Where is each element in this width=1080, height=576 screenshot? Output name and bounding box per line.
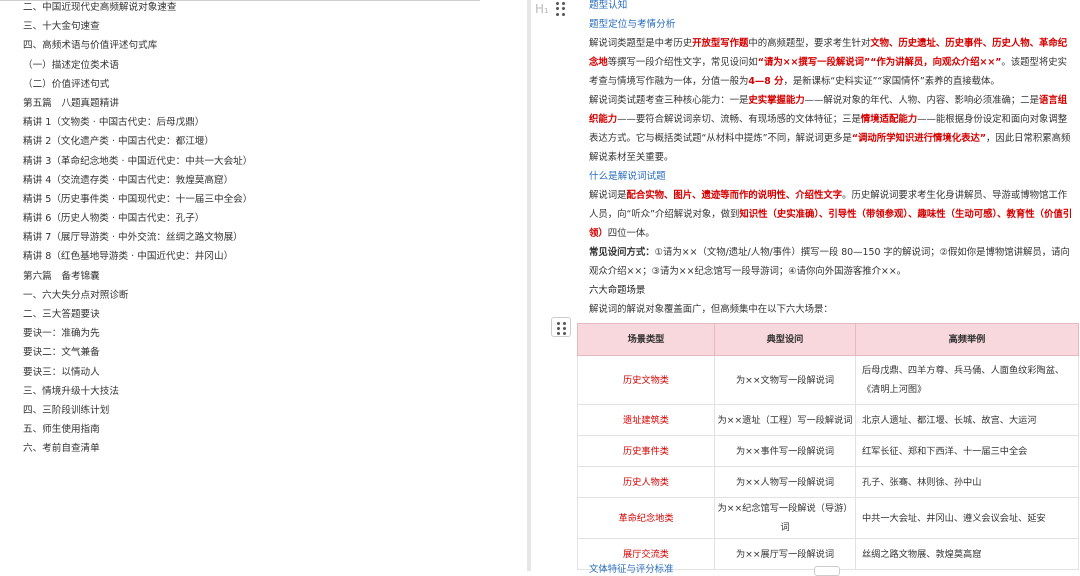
paragraph-positioning: 解说词类题型是中考历史开放型写作题中的高频题型，要求考生针对文物、历史遗址、历史… bbox=[589, 38, 1068, 87]
cell-scene-type: 遗址建筑类 bbox=[577, 404, 715, 436]
cell-question: 为××遗址（工程）写一段解说词 bbox=[714, 404, 856, 436]
outline-item[interactable]: 第五篇 八题真题精讲 bbox=[23, 94, 252, 113]
paragraph-definition: 解说词是配合实物、图片、遗迹等而作的说明性、介绍性文字。历史解说词要求考生化身讲… bbox=[589, 190, 1073, 239]
floating-toolbar-button[interactable] bbox=[814, 566, 840, 576]
outline-item[interactable]: （二）价值评述句式 bbox=[23, 75, 252, 94]
cell-question: 为××展厅写一段解说词 bbox=[714, 538, 856, 570]
outline-item[interactable]: 精讲 3（革命纪念地类 · 中国近代史：中共一大会址） bbox=[23, 152, 252, 171]
document-body[interactable]: 题型认知 题型定位与考情分析 解说词类题型是中考历史开放型写作题中的高频题型，要… bbox=[577, 0, 1079, 570]
cell-question: 为××纪念馆写一段解说（导游）词 bbox=[714, 497, 856, 539]
heading-six-scenes: 六大命题场景 bbox=[589, 285, 646, 296]
outline-item[interactable]: 精讲 8（红色基地导游类 · 中国近代史：井冈山） bbox=[23, 247, 252, 266]
scene-table: 场景类型 典型设问 高频举例 历史文物类 为××文物写一段解说词 后母戊鼎、四羊… bbox=[577, 323, 1079, 570]
outline-item[interactable]: （一）描述定位类术语 bbox=[23, 56, 252, 75]
heading-positioning: 题型定位与考情分析 bbox=[589, 19, 676, 30]
outline-pane: 二、中国近现代史高频解说对象速查 三、十大金句速查 四、高频术语与价值评述句式库 （一… bbox=[0, 0, 527, 571]
document-pane: H₁ 题型认知 题型定位与考情分析 解说词类题型是中考历史开放型写作题中的高频题… bbox=[531, 0, 1080, 576]
heading-style-scoring: 文体特征与评分标准 bbox=[589, 564, 674, 575]
cell-examples: 北京人遗址、都江堰、长城、故宫、大运河 bbox=[855, 404, 1079, 436]
outline-item[interactable]: 精讲 7（展厅导游类 · 中外交流：丝绸之路文物展） bbox=[23, 228, 252, 247]
cell-question: 为××文物写一段解说词 bbox=[714, 355, 856, 405]
table-row: 历史事件类 为××事件写一段解说词 红军长征、郑和下西洋、十一届三中全会 bbox=[577, 435, 1079, 467]
outline-item[interactable]: 要诀三：以情动人 bbox=[23, 363, 252, 382]
cell-examples: 红军长征、郑和下西洋、十一届三中全会 bbox=[855, 435, 1079, 467]
outline-item[interactable]: 四、三阶段训练计划 bbox=[23, 401, 252, 420]
outline-item[interactable]: 精讲 5（历史事件类 · 中国现代史：十一届三中全会） bbox=[23, 190, 252, 209]
cell-examples: 丝绸之路文物展、敦煌莫高窟 bbox=[855, 538, 1079, 570]
table-row: 遗址建筑类 为××遗址（工程）写一段解说词 北京人遗址、都江堰、长城、故宫、大运… bbox=[577, 404, 1079, 436]
heading-what-is: 什么是解说词试题 bbox=[589, 171, 666, 182]
paragraph-scenes-intro: 解说词的解说对象覆盖面广，但高频集中在以下六大场景： bbox=[589, 304, 833, 315]
outline-item[interactable]: 精讲 1（文物类 · 中国古代史：后母戊鼎） bbox=[23, 113, 252, 132]
header-scene-type: 场景类型 bbox=[577, 323, 715, 356]
drag-handle-icon[interactable] bbox=[556, 2, 566, 16]
cell-scene-type: 历史人物类 bbox=[577, 466, 715, 498]
cell-scene-type: 历史事件类 bbox=[577, 435, 715, 467]
outline-item[interactable]: 五、师生使用指南 bbox=[23, 420, 252, 439]
heading-type-intro: 题型认知 bbox=[589, 0, 628, 11]
table-header-row: 场景类型 典型设问 高频举例 bbox=[577, 323, 1079, 356]
table-row: 历史文物类 为××文物写一段解说词 后母戊鼎、四羊方尊、兵马俑、人面鱼纹彩陶盆、… bbox=[577, 355, 1079, 405]
cell-scene-type: 革命纪念地类 bbox=[577, 497, 715, 539]
outline-item[interactable]: 三、十大金句速查 bbox=[23, 17, 252, 36]
outline-item[interactable]: 二、中国近现代史高频解说对象速查 bbox=[23, 0, 252, 17]
outline-item[interactable]: 二、三大答题要诀 bbox=[23, 305, 252, 324]
paragraph-abilities: 解说词类试题考查三种核心能力：一是史实掌握能力——解说对象的年代、人物、内容、影… bbox=[589, 95, 1071, 163]
outline-item[interactable]: 三、情境升级十大技法 bbox=[23, 382, 252, 401]
outline-item[interactable]: 六、考前自查清单 bbox=[23, 439, 252, 458]
paragraph-question-forms: 常见设问方式：①请为××（文物/遗址/人物/事件）撰写一段 80—150 字的解… bbox=[589, 247, 1070, 277]
cell-examples: 中共一大会址、井冈山、遵义会议会址、延安 bbox=[855, 497, 1079, 539]
block-drag-handle-icon[interactable] bbox=[551, 317, 571, 337]
cell-scene-type: 历史文物类 bbox=[577, 355, 715, 405]
header-examples: 高频举例 bbox=[855, 323, 1079, 356]
outline-item[interactable]: 要诀一：准确为先 bbox=[23, 324, 252, 343]
outline-item[interactable]: 精讲 4（交流遗存类 · 中国古代史：敦煌莫高窟） bbox=[23, 171, 252, 190]
outline-item[interactable]: 第六篇 备考锦囊 bbox=[23, 267, 252, 286]
outline-item[interactable]: 四、高频术语与价值评述句式库 bbox=[23, 36, 252, 55]
cell-question: 为××事件写一段解说词 bbox=[714, 435, 856, 467]
cell-question: 为××人物写一段解说词 bbox=[714, 466, 856, 498]
outline-item[interactable]: 精讲 6（历史人物类 · 中国古代史：孔子） bbox=[23, 209, 252, 228]
header-typical-question: 典型设问 bbox=[714, 323, 856, 356]
table-row: 革命纪念地类 为××纪念馆写一段解说（导游）词 中共一大会址、井冈山、遵义会议会… bbox=[577, 497, 1079, 539]
table-row: 历史人物类 为××人物写一段解说词 孔子、张骞、林则徐、孙中山 bbox=[577, 466, 1079, 498]
outline-item[interactable]: 一、六大失分点对照诊断 bbox=[23, 286, 252, 305]
cell-examples: 孔子、张骞、林则徐、孙中山 bbox=[855, 466, 1079, 498]
cell-examples: 后母戊鼎、四羊方尊、兵马俑、人面鱼纹彩陶盆、《清明上河图》 bbox=[855, 355, 1079, 405]
outline-item[interactable]: 精讲 2（文化遗产类 · 中国古代史：都江堰） bbox=[23, 132, 252, 151]
outline-item[interactable]: 要诀二：文气兼备 bbox=[23, 343, 252, 362]
outline-list: 二、中国近现代史高频解说对象速查 三、十大金句速查 四、高频术语与价值评述句式库 （一… bbox=[23, 0, 252, 459]
heading-handle-icon[interactable]: H₁ bbox=[535, 2, 549, 16]
